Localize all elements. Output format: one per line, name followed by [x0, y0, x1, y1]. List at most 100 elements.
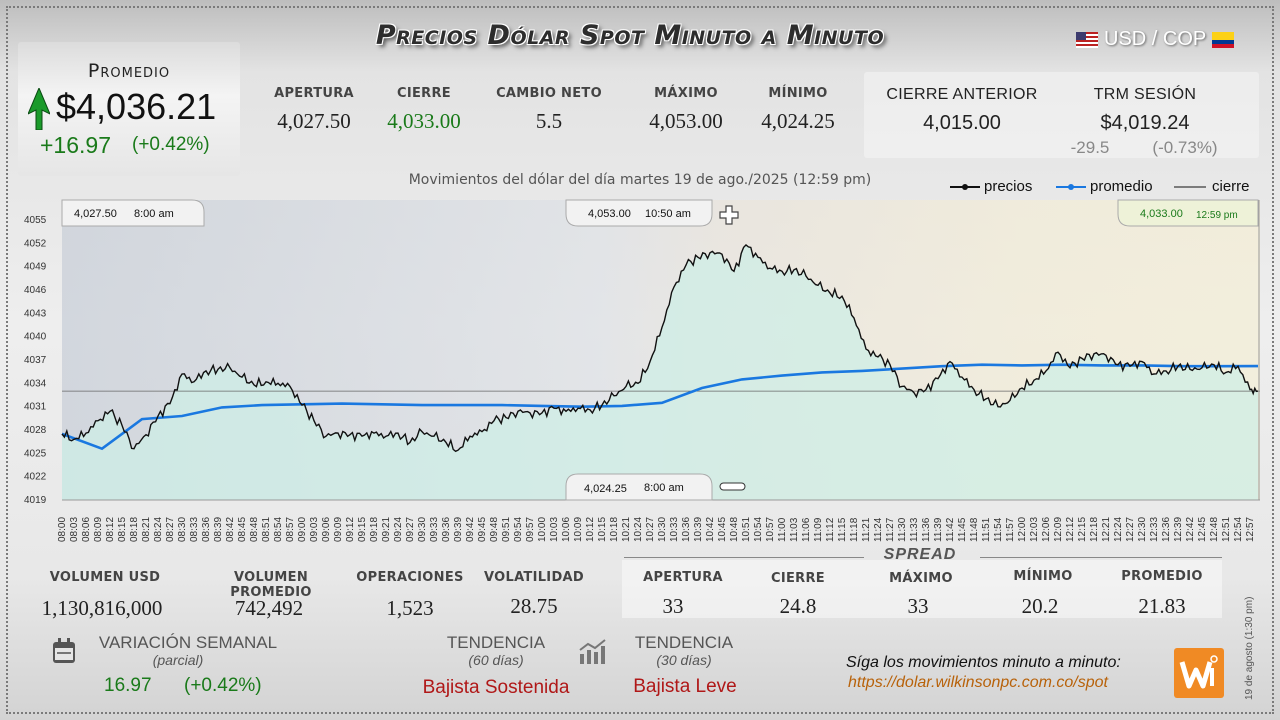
x-tick-label: 09:42: [465, 517, 476, 542]
trend30-value: Bajista Leve: [633, 676, 737, 697]
previous-close-label: CIERRE ANTERIOR: [886, 86, 1038, 103]
y-tick-label: 4055: [24, 215, 47, 226]
x-tick-label: 12:36: [1161, 517, 1172, 542]
x-tick-label: 10:15: [597, 517, 608, 542]
average-change: +16.97: [40, 132, 111, 158]
stat-cambio-neto: CAMBIO NETO 5.5: [492, 86, 606, 134]
y-tick-label: 4031: [24, 402, 47, 413]
x-tick-label: 12:30: [1137, 517, 1148, 542]
x-tick-label: 08:18: [129, 517, 140, 542]
x-tick-label: 12:03: [1029, 517, 1040, 542]
x-tick-label: 10:36: [681, 517, 692, 542]
weekly-sub: (parcial): [152, 652, 204, 668]
spread-label: CIERRE: [771, 571, 825, 586]
logo-mark: [1179, 655, 1218, 689]
x-tick-label: 10:54: [753, 517, 764, 542]
x-tick-label: 10:48: [729, 517, 740, 542]
chart-svg: 4055 4052 4049 4046 4043 4040 4037 4034 4031 4028…: [24, 199, 1260, 542]
trend30-label: TENDENCIA: [634, 633, 734, 652]
x-tick-label: 10:18: [609, 517, 620, 542]
callout-max-price: 4,053.00: [588, 208, 631, 220]
x-tick-label: 09:33: [429, 517, 440, 542]
spread-title: SPREAD: [883, 546, 957, 563]
bottom-stat-value: 742,492: [234, 596, 304, 620]
x-tick-label: 12:24: [1113, 517, 1124, 542]
stat-label: MÍNIMO: [768, 86, 828, 101]
x-tick-label: 11:54: [993, 517, 1004, 542]
x-tick-label: 10:21: [621, 517, 632, 542]
y-tick-label: 4049: [24, 262, 47, 273]
x-tick-label: 11:15: [837, 517, 848, 542]
x-tick-label: 10:12: [585, 517, 596, 542]
x-tick-label: 08:51: [261, 517, 272, 542]
promo-link[interactable]: https://dolar.wilkinsonpc.com.co/spot: [848, 674, 1108, 692]
x-tick-label: 11:30: [897, 517, 908, 542]
x-tick-label: 08:45: [237, 517, 248, 542]
trm-change-pct: (-0.73%): [1152, 138, 1218, 157]
y-tick-label: 4022: [24, 472, 47, 483]
x-tick-label: 11:51: [981, 517, 992, 542]
x-tick-label: 08:39: [213, 517, 224, 542]
x-tick-label: 09:21: [381, 517, 392, 542]
x-tick-label: 11:48: [969, 517, 980, 542]
trm-value: $4,019.24: [1100, 112, 1190, 134]
spread-label: PROMEDIO: [1121, 569, 1203, 584]
x-tick-label: 09:00: [297, 517, 308, 542]
x-tick-label: 12:00: [1017, 517, 1028, 542]
callout-close-time: 12:59 pm: [1196, 210, 1238, 221]
x-tick-label: 12:51: [1221, 517, 1232, 542]
spread-label: MÍNIMO: [1013, 569, 1073, 584]
calendar-icon: [53, 638, 75, 663]
x-tick-label: 12:09: [1053, 517, 1064, 542]
y-tick-label: 4019: [24, 495, 47, 506]
x-tick-label: 10:33: [669, 517, 680, 542]
spread-divider-left: [624, 557, 864, 558]
stat-label: MÁXIMO: [654, 86, 718, 101]
x-tick-label: 09:54: [513, 517, 524, 542]
stat-value: 5.5: [535, 109, 563, 133]
stat-minimo: MÍNIMO 4,024.25: [746, 86, 850, 134]
x-tick-label: 11:45: [957, 517, 968, 542]
x-tick-label: 11:42: [945, 517, 956, 542]
trend60-label: TENDENCIA: [446, 633, 546, 652]
page-title: Precios Dólar Spot Minuto a Minuto: [375, 20, 885, 51]
x-tick-label: 09:06: [321, 517, 332, 542]
weekly-pct: (+0.42%): [184, 675, 262, 696]
x-tick-label: 12:06: [1041, 517, 1052, 542]
x-tick-label: 09:27: [405, 517, 416, 542]
x-tick-label: 12:57: [1245, 517, 1256, 542]
y-tick-label: 4052: [24, 238, 47, 249]
stat-label: CIERRE: [397, 86, 451, 101]
x-tick-label: 08:36: [201, 517, 212, 542]
x-tick-label: 12:21: [1101, 517, 1112, 542]
stat-cierre: CIERRE 4,033.00: [372, 86, 476, 134]
average-change-pct: (+0.42%): [132, 134, 210, 155]
x-tick-label: 12:54: [1233, 517, 1244, 542]
bottom-stat-value: 28.75: [510, 594, 558, 618]
x-tick-label: 10:09: [573, 517, 584, 542]
x-tick-label: 11:03: [789, 517, 800, 542]
x-tick-label: 10:06: [561, 517, 572, 542]
stat-maximo: MÁXIMO 4,053.00: [634, 86, 738, 134]
stat-label: APERTURA: [274, 86, 354, 101]
x-tick-label: 12:45: [1197, 517, 1208, 542]
x-tick-label: 10:24: [633, 517, 644, 542]
spread-value: 20.2: [1021, 594, 1059, 618]
x-tick-label: 11:36: [921, 517, 932, 542]
x-tick-label: 08:15: [117, 517, 128, 542]
legend-cierre-swatch: [1174, 186, 1206, 187]
x-tick-label: 10:27: [645, 517, 656, 542]
x-tick-label: 09:03: [309, 517, 320, 542]
x-tick-label: 09:39: [453, 517, 464, 542]
x-tick-label: 08:54: [273, 517, 284, 542]
x-tick-label: 08:33: [189, 517, 200, 542]
x-tick-label: 08:09: [93, 517, 104, 542]
x-tick-label: 10:57: [765, 517, 776, 542]
spread-value: 33: [907, 594, 929, 618]
promo-text: Síga los movimientos minuto a minuto:: [846, 654, 1121, 671]
x-tick-label: 12:42: [1185, 517, 1196, 542]
legend-precios: precios: [950, 178, 1032, 195]
scroll-handle[interactable]: [719, 482, 746, 491]
wilkinson-logo[interactable]: [1174, 648, 1224, 698]
stat-value: 4,024.25: [761, 109, 835, 133]
